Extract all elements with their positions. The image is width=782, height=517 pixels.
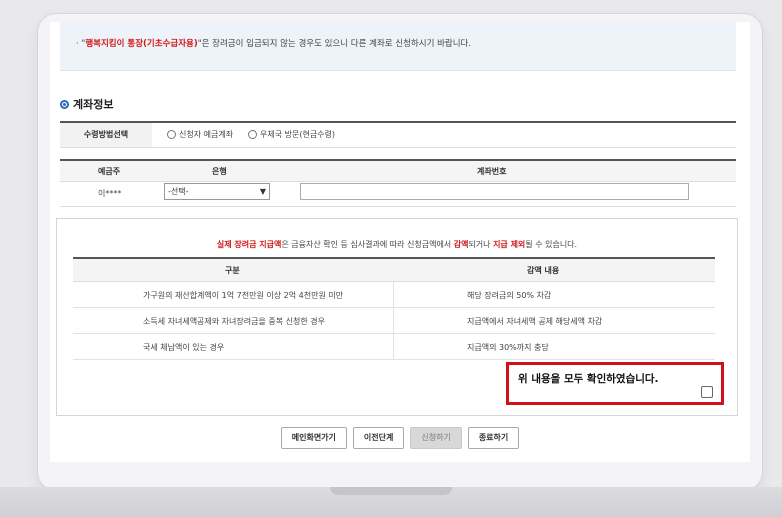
exit-button[interactable]: 종료하기 [467,427,520,449]
chevron-down-icon: ▼ [259,187,266,196]
radio-bank-account[interactable]: 신청자 예금계좌 [167,129,233,140]
laptop-notch [330,487,452,495]
table-row: 국세 체납액이 있는 경우 지급액의 30%까지 충당 [73,334,715,360]
reduction-table: 구분 감액 내용 가구원의 재산합계액이 1억 7천만원 이상 2억 4천만원 … [73,257,715,360]
confirm-text: 위 내용을 모두 확인하였습니다. [518,373,659,385]
radio-circle-icon[interactable] [167,130,176,139]
notice-highlight: 행복지킴이 통장(기초수급자용) [85,39,198,49]
receive-method-label: 수령방법선택 [60,123,152,147]
main-page-button[interactable]: 메인화면가기 [280,427,347,449]
account-table-header: 예금주 은행 계좌번호 [60,159,736,182]
application-screen: · "행복지킴이 통장(기초수급자용)"은 장려금이 입금되지 않는 경우도 있… [50,22,750,462]
table-row: 소득세 자녀세액공제와 자녀장려금을 중복 신청한 경우 지급액에서 자녀세액 … [73,308,715,334]
confirm-checkbox[interactable] [701,386,713,398]
button-bar: 메인화면가기 이전단계 신청하기 종료하기 [50,427,750,449]
section-title: 계좌정보 [60,96,113,112]
notice-banner: · "행복지킴이 통장(기초수급자용)"은 장려금이 입금되지 않는 경우도 있… [60,22,736,71]
radio-post-office[interactable]: 우체국 방문(현금수령) [248,129,335,140]
account-holder: 이**** [98,189,122,198]
radio-circle-icon[interactable] [248,130,257,139]
receive-method-row: 수령방법선택 신청자 예금계좌 우체국 방문(현금수령) [60,121,736,148]
apply-button[interactable]: 신청하기 [410,427,462,449]
confirm-box: 위 내용을 모두 확인하였습니다. [506,362,724,405]
account-number-input[interactable] [300,183,689,200]
notice-text: · "행복지킴이 통장(기초수급자용)"은 장려금이 입금되지 않는 경우도 있… [76,39,472,49]
bank-select[interactable]: -선택- ▼ [164,183,270,200]
bullet-icon [60,99,69,109]
reduction-table-header: 구분 감액 내용 [73,259,715,282]
table-row: 가구원의 재산합계액이 1억 7천만원 이상 2억 4천만원 미만 해당 장려금… [73,282,715,308]
reduction-note: 실제 장려금 지급액은 금융자산 확인 등 심사결과에 따라 신청금액에서 감액… [216,240,578,249]
account-table-row: 이**** -선택- ▼ [60,180,736,207]
previous-step-button[interactable]: 이전단계 [352,427,405,449]
